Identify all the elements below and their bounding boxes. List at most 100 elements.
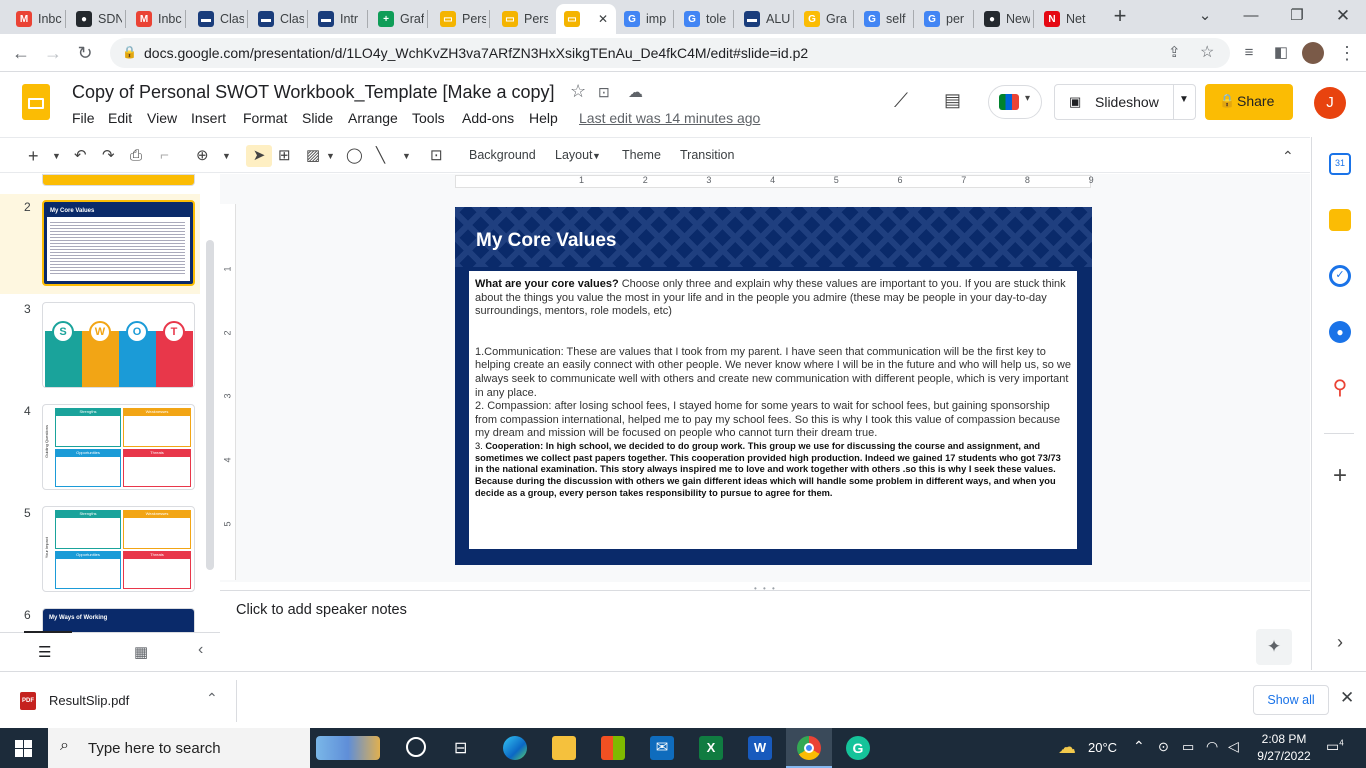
- grid-view-icon[interactable]: ▦: [134, 643, 148, 661]
- calendar-icon[interactable]: 31: [1329, 153, 1351, 175]
- camera-icon[interactable]: ⊙: [1158, 739, 1169, 755]
- tray-chevron-icon[interactable]: ⌃: [1133, 738, 1145, 755]
- bookmark-star-icon[interactable]: ☆: [1200, 42, 1214, 62]
- browser-tab[interactable]: ▬ Intr: [310, 4, 364, 34]
- back-icon[interactable]: ←: [8, 40, 34, 66]
- maps-icon[interactable]: ⚲: [1329, 377, 1351, 399]
- new-slide-icon[interactable]: +: [28, 145, 39, 167]
- new-tab-button[interactable]: +: [1108, 5, 1132, 29]
- menu-insert[interactable]: Insert: [191, 110, 226, 126]
- filmstrip-scrollbar[interactable]: [206, 240, 214, 570]
- select-cursor-icon[interactable]: ➤: [246, 145, 272, 167]
- cortana-icon[interactable]: [406, 737, 426, 757]
- cloud-saved-icon[interactable]: ☁: [628, 83, 643, 101]
- browser-tab[interactable]: M Inbc: [8, 4, 62, 34]
- notifications-icon[interactable]: ▭4: [1326, 738, 1344, 755]
- browser-tab[interactable]: G Gra: [796, 4, 850, 34]
- clock-date[interactable]: 9/27/2022: [1252, 749, 1316, 763]
- minimize-button[interactable]: —: [1236, 5, 1266, 27]
- activity-trend-icon[interactable]: ⟋: [894, 90, 908, 113]
- move-folder-icon[interactable]: ⊡: [598, 84, 610, 101]
- forward-icon[interactable]: →: [40, 40, 66, 66]
- slides-logo-icon[interactable]: [22, 84, 50, 120]
- thumb-slide-3[interactable]: S W O T: [42, 302, 195, 388]
- undo-icon[interactable]: ↶: [74, 145, 87, 167]
- battery-icon[interactable]: ▭: [1182, 739, 1194, 755]
- wifi-icon[interactable]: ◠: [1206, 738, 1218, 755]
- slide-title[interactable]: My Core Values: [476, 230, 616, 252]
- background-button[interactable]: Background: [469, 148, 536, 162]
- account-avatar[interactable]: J: [1314, 87, 1346, 119]
- task-view-icon[interactable]: ⊟: [454, 738, 467, 758]
- volume-icon[interactable]: ◁: [1228, 738, 1239, 755]
- reading-list-icon[interactable]: ≡: [1236, 40, 1262, 66]
- zoom-dropdown-icon[interactable]: ▼: [222, 145, 231, 167]
- speaker-notes[interactable]: Click to add speaker notes ✦: [220, 590, 1310, 670]
- document-title[interactable]: Copy of Personal SWOT Workbook_Template …: [72, 82, 555, 103]
- excel-icon[interactable]: X: [699, 736, 723, 760]
- browser-tab[interactable]: ▭ Pers: [494, 4, 548, 34]
- store-icon[interactable]: [601, 736, 625, 760]
- grammarly-icon[interactable]: G: [846, 736, 870, 760]
- browser-tab[interactable]: ▭ ✕: [556, 4, 616, 34]
- collapse-filmstrip-icon[interactable]: ‹: [198, 641, 203, 659]
- comment-add-icon[interactable]: ⊡: [430, 145, 443, 167]
- profile-avatar[interactable]: [1302, 42, 1324, 64]
- text-box-icon[interactable]: ⊞: [278, 145, 291, 167]
- menu-edit[interactable]: Edit: [108, 110, 132, 126]
- image-dropdown-icon[interactable]: ▼: [326, 145, 335, 167]
- close-tab-icon[interactable]: ✕: [598, 12, 608, 26]
- theme-button[interactable]: Theme: [622, 148, 661, 162]
- browser-tab[interactable]: Gself: [856, 4, 910, 34]
- thumb-slide-2[interactable]: My Core Values: [42, 200, 195, 286]
- paint-format-icon[interactable]: ⌐: [160, 145, 169, 167]
- word-icon[interactable]: W: [748, 736, 772, 760]
- reload-icon[interactable]: ↻: [72, 40, 98, 66]
- browser-tab[interactable]: Gimp: [616, 4, 670, 34]
- browser-tab[interactable]: ▭ Pers: [432, 4, 486, 34]
- tab-search-chevron-icon[interactable]: ⌄: [1190, 5, 1220, 27]
- transition-button[interactable]: Transition: [680, 148, 734, 162]
- menu-tools[interactable]: Tools: [412, 110, 445, 126]
- new-slide-dropdown-icon[interactable]: ▼: [52, 145, 61, 167]
- redo-icon[interactable]: ↷: [102, 145, 115, 167]
- thumb-slide-4[interactable]: Guiding Questions Strengths Weaknesses O…: [42, 404, 195, 490]
- browser-tab[interactable]: ▬ Clas: [250, 4, 304, 34]
- browser-tab[interactable]: M Inbc: [128, 4, 182, 34]
- restore-button[interactable]: ❐: [1282, 5, 1312, 27]
- mail-icon[interactable]: ✉: [650, 736, 674, 760]
- download-filename[interactable]: ResultSlip.pdf: [49, 693, 129, 708]
- edge-icon[interactable]: [503, 736, 527, 760]
- browser-tab[interactable]: ▬ ALU: [736, 4, 790, 34]
- last-edit-link[interactable]: Last edit was 14 minutes ago: [579, 110, 760, 126]
- url-text[interactable]: docs.google.com/presentation/d/1LO4y_Wch…: [144, 45, 808, 61]
- layout-button[interactable]: Layout: [555, 148, 593, 162]
- share-page-icon[interactable]: ⇪: [1168, 43, 1181, 61]
- browser-tab[interactable]: ● New: [976, 4, 1030, 34]
- comments-icon[interactable]: ▤: [944, 90, 961, 111]
- slide-main[interactable]: My Core Values What are your core values…: [455, 207, 1092, 565]
- close-window-button[interactable]: ✕: [1328, 5, 1358, 27]
- keep-icon[interactable]: [1329, 209, 1351, 231]
- browser-tab[interactable]: ● SDN: [68, 4, 122, 34]
- speaker-notes-placeholder[interactable]: Click to add speaker notes: [236, 602, 407, 618]
- line-icon[interactable]: ╲: [376, 145, 385, 167]
- explore-icon[interactable]: ✦: [1256, 629, 1292, 665]
- weather-icon[interactable]: ☁: [1058, 737, 1076, 758]
- browser-tab[interactable]: ▬ Clas: [190, 4, 244, 34]
- show-all-button[interactable]: Show all: [1253, 685, 1329, 715]
- browser-tab[interactable]: Gtole: [676, 4, 730, 34]
- close-download-bar-icon[interactable]: ✕: [1340, 688, 1354, 708]
- file-explorer-icon[interactable]: [552, 736, 576, 760]
- meet-button[interactable]: ▾: [988, 85, 1042, 119]
- menu-help[interactable]: Help: [529, 110, 558, 126]
- start-windows-icon[interactable]: [15, 740, 32, 757]
- slideshow-button[interactable]: ▣ Slideshow ▼: [1054, 84, 1196, 120]
- browser-tab[interactable]: N Net: [1036, 4, 1090, 34]
- layout-dropdown-icon[interactable]: ▼: [592, 151, 601, 161]
- tasks-icon[interactable]: ✓: [1329, 265, 1351, 287]
- menu-slide[interactable]: Slide: [302, 110, 333, 126]
- shape-icon[interactable]: ◯: [346, 145, 363, 167]
- share-button[interactable]: 🔒 Share: [1205, 84, 1293, 120]
- image-icon[interactable]: ▨: [306, 145, 320, 167]
